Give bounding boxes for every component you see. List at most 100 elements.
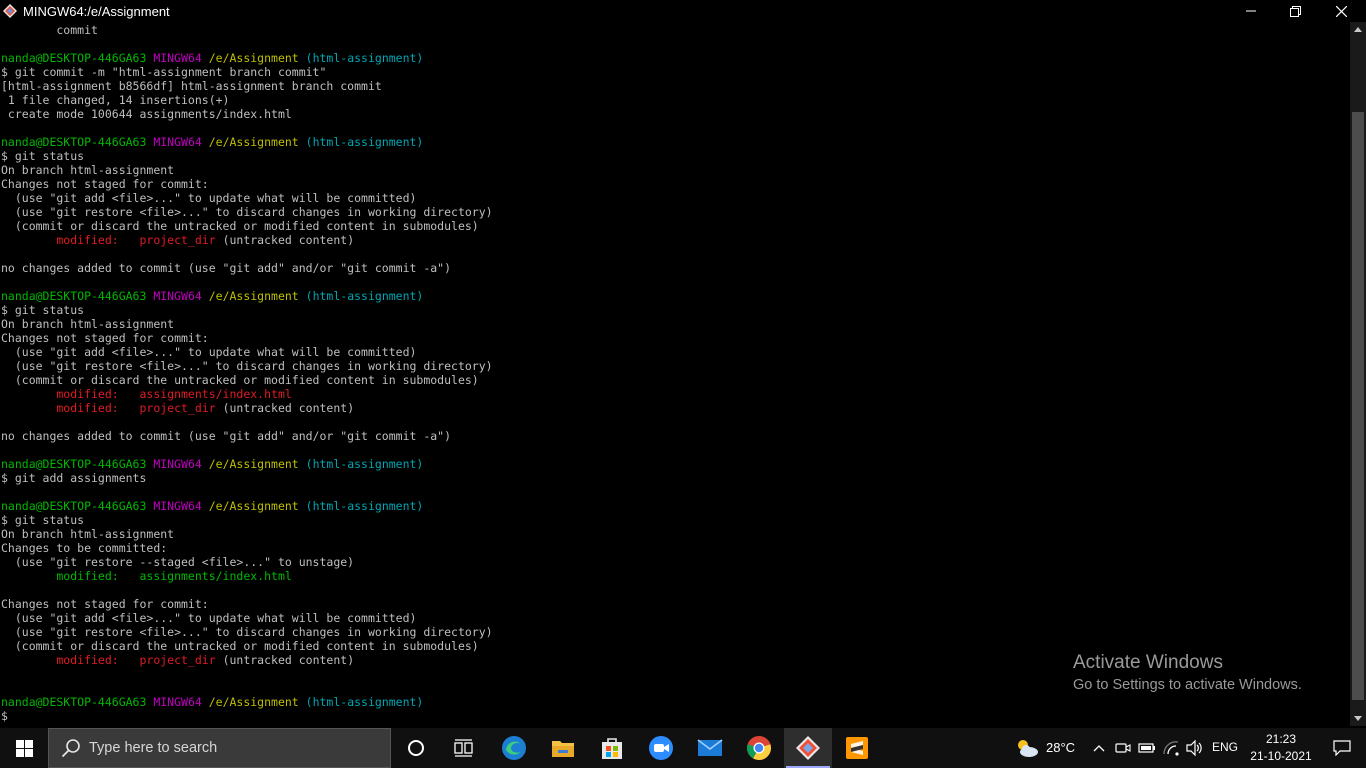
meet-now-button[interactable] <box>1113 728 1133 768</box>
cortana-button[interactable] <box>392 728 440 768</box>
battery-icon <box>1138 743 1155 753</box>
clock-date: 21-10-2021 <box>1250 749 1312 763</box>
cortana-icon <box>408 740 424 756</box>
terminal-text-segment: $ git add assignments <box>1 471 147 485</box>
terminal-text-segment: (untracked content) <box>215 401 355 415</box>
file-explorer-taskbar-button[interactable] <box>539 728 587 768</box>
mail-taskbar-button[interactable] <box>686 728 734 768</box>
terminal-text-segment: $ <box>1 709 8 723</box>
vertical-scrollbar[interactable] <box>1350 22 1366 726</box>
terminal-output[interactable]: commit nanda@DESKTOP-446GA63 MINGW64 /e/A… <box>0 22 1350 726</box>
show-hidden-icons-button[interactable] <box>1090 728 1108 768</box>
terminal-text-segment: /e/Assignment <box>208 695 306 709</box>
terminal-text-segment: (commit or discard the untracked or modi… <box>1 373 479 387</box>
terminal-text-segment: (use "git add <file>..." to update what … <box>1 611 417 625</box>
task-view-button[interactable] <box>440 728 488 768</box>
terminal-text-segment: $ git status <box>1 149 85 163</box>
windows-logo-icon <box>15 739 33 757</box>
terminal-text-segment: On branch html-assignment <box>1 163 175 177</box>
watermark-title: Activate Windows <box>1073 652 1223 673</box>
terminal-text-segment: create mode 100644 assignments/index.htm… <box>1 107 292 121</box>
scroll-down-arrow-icon[interactable] <box>1354 716 1362 721</box>
terminal-line: (commit or discard the untracked or modi… <box>1 639 479 653</box>
action-center-button[interactable] <box>1318 728 1366 768</box>
terminal-line: [html-assignment b8566df] html-assignmen… <box>1 79 382 93</box>
terminal-line: On branch html-assignment <box>1 163 174 177</box>
terminal-text-segment: On branch html-assignment <box>1 317 175 331</box>
terminal-text-segment: nanda@DESKTOP-446GA63 <box>1 695 154 709</box>
weather-temperature[interactable]: 28°C <box>1046 740 1075 755</box>
terminal-line: nanda@DESKTOP-446GA63 MINGW64 /e/Assignm… <box>1 499 423 513</box>
zoom-taskbar-button[interactable] <box>637 728 685 768</box>
terminal-line: commit <box>1 23 98 37</box>
terminal-line: Changes to be committed: <box>1 541 167 555</box>
scroll-up-arrow-icon[interactable] <box>1354 27 1362 32</box>
terminal-text-segment: (use "git add <file>..." to update what … <box>1 191 417 205</box>
terminal-line: (use "git restore <file>..." to discard … <box>1 205 493 219</box>
terminal-text-segment: MINGW64 <box>153 51 209 65</box>
terminal-text-segment: (html-assignment) <box>305 289 424 303</box>
network-button[interactable] <box>1160 728 1182 768</box>
clock[interactable]: 21:23 21-10-2021 <box>1246 731 1316 765</box>
git-bash-taskbar-button[interactable] <box>784 728 832 768</box>
minimize-button[interactable] <box>1228 0 1274 22</box>
edge-taskbar-button[interactable] <box>490 728 538 768</box>
weather-widget[interactable] <box>1012 728 1042 768</box>
scrollbar-thumb[interactable] <box>1352 112 1364 700</box>
terminal-text-segment: (html-assignment) <box>305 457 424 471</box>
sublime-text-icon <box>846 737 868 759</box>
partly-cloudy-icon <box>1018 740 1038 757</box>
close-button[interactable] <box>1318 0 1364 22</box>
terminal-line: (commit or discard the untracked or modi… <box>1 373 479 387</box>
chrome-taskbar-button[interactable] <box>735 728 783 768</box>
start-button[interactable] <box>0 728 48 768</box>
terminal-text-segment: $ git status <box>1 303 85 317</box>
terminal-line: $ git add assignments <box>1 471 146 485</box>
task-view-icon <box>454 739 473 757</box>
terminal-text-segment: (html-assignment) <box>305 135 424 149</box>
terminal-text-segment: nanda@DESKTOP-446GA63 <box>1 457 154 471</box>
taskbar: Type here to search 28°C ENG 21:23 21-10… <box>0 728 1366 768</box>
terminal-line: modified: assignments/index.html <box>1 569 291 583</box>
volume-button[interactable] <box>1184 728 1206 768</box>
restore-button[interactable] <box>1272 0 1318 22</box>
terminal-text-segment: commit <box>1 23 98 37</box>
git-bash-app-icon <box>3 4 17 18</box>
terminal-line: (use "git restore <file>..." to discard … <box>1 359 493 373</box>
terminal-text-segment: Changes to be committed: <box>1 541 168 555</box>
terminal-line: Changes not staged for commit: <box>1 177 209 191</box>
terminal-text-segment: modified: project_dir <box>1 401 216 415</box>
terminal-text-segment: Changes not staged for commit: <box>1 331 209 345</box>
terminal-text-segment: MINGW64 <box>153 457 209 471</box>
terminal-line: Changes not staged for commit: <box>1 331 209 345</box>
notification-icon <box>1333 740 1351 756</box>
terminal-text-segment: (use "git restore <file>..." to discard … <box>1 359 493 373</box>
terminal-text-segment: MINGW64 <box>153 135 209 149</box>
terminal-text-segment: /e/Assignment <box>208 51 306 65</box>
watermark-subtitle: Go to Settings to activate Windows. <box>1073 677 1302 693</box>
microsoft-store-icon <box>602 738 622 759</box>
terminal-line: On branch html-assignment <box>1 527 174 541</box>
terminal-line: nanda@DESKTOP-446GA63 MINGW64 /e/Assignm… <box>1 457 423 471</box>
battery-button[interactable] <box>1137 728 1157 768</box>
terminal-text-segment: /e/Assignment <box>208 457 306 471</box>
terminal-text-segment: $ git status <box>1 513 85 527</box>
terminal-line: $ git status <box>1 149 84 163</box>
terminal-line: no changes added to commit (use "git add… <box>1 261 451 275</box>
sublime-text-taskbar-button[interactable] <box>833 728 881 768</box>
terminal-line: modified: project_dir (untracked content… <box>1 401 354 415</box>
terminal-line: $ git status <box>1 303 84 317</box>
close-icon <box>1335 5 1347 17</box>
microsoft-store-taskbar-button[interactable] <box>588 728 636 768</box>
terminal-line: nanda@DESKTOP-446GA63 MINGW64 /e/Assignm… <box>1 695 423 709</box>
taskbar-search-box[interactable]: Type here to search <box>48 728 391 768</box>
terminal-line: (use "git add <file>..." to update what … <box>1 611 417 625</box>
terminal-text-segment: $ git commit -m "html-assignment branch … <box>1 65 327 79</box>
activate-windows-watermark: Activate Windows Go to Settings to activ… <box>1073 652 1302 693</box>
terminal-line: (use "git add <file>..." to update what … <box>1 345 417 359</box>
meet-now-icon <box>1115 743 1131 753</box>
wifi-icon <box>1163 741 1179 756</box>
terminal-text-segment: modified: project_dir <box>1 653 216 667</box>
file-explorer-icon <box>552 741 574 757</box>
language-indicator[interactable]: ENG <box>1212 740 1238 754</box>
